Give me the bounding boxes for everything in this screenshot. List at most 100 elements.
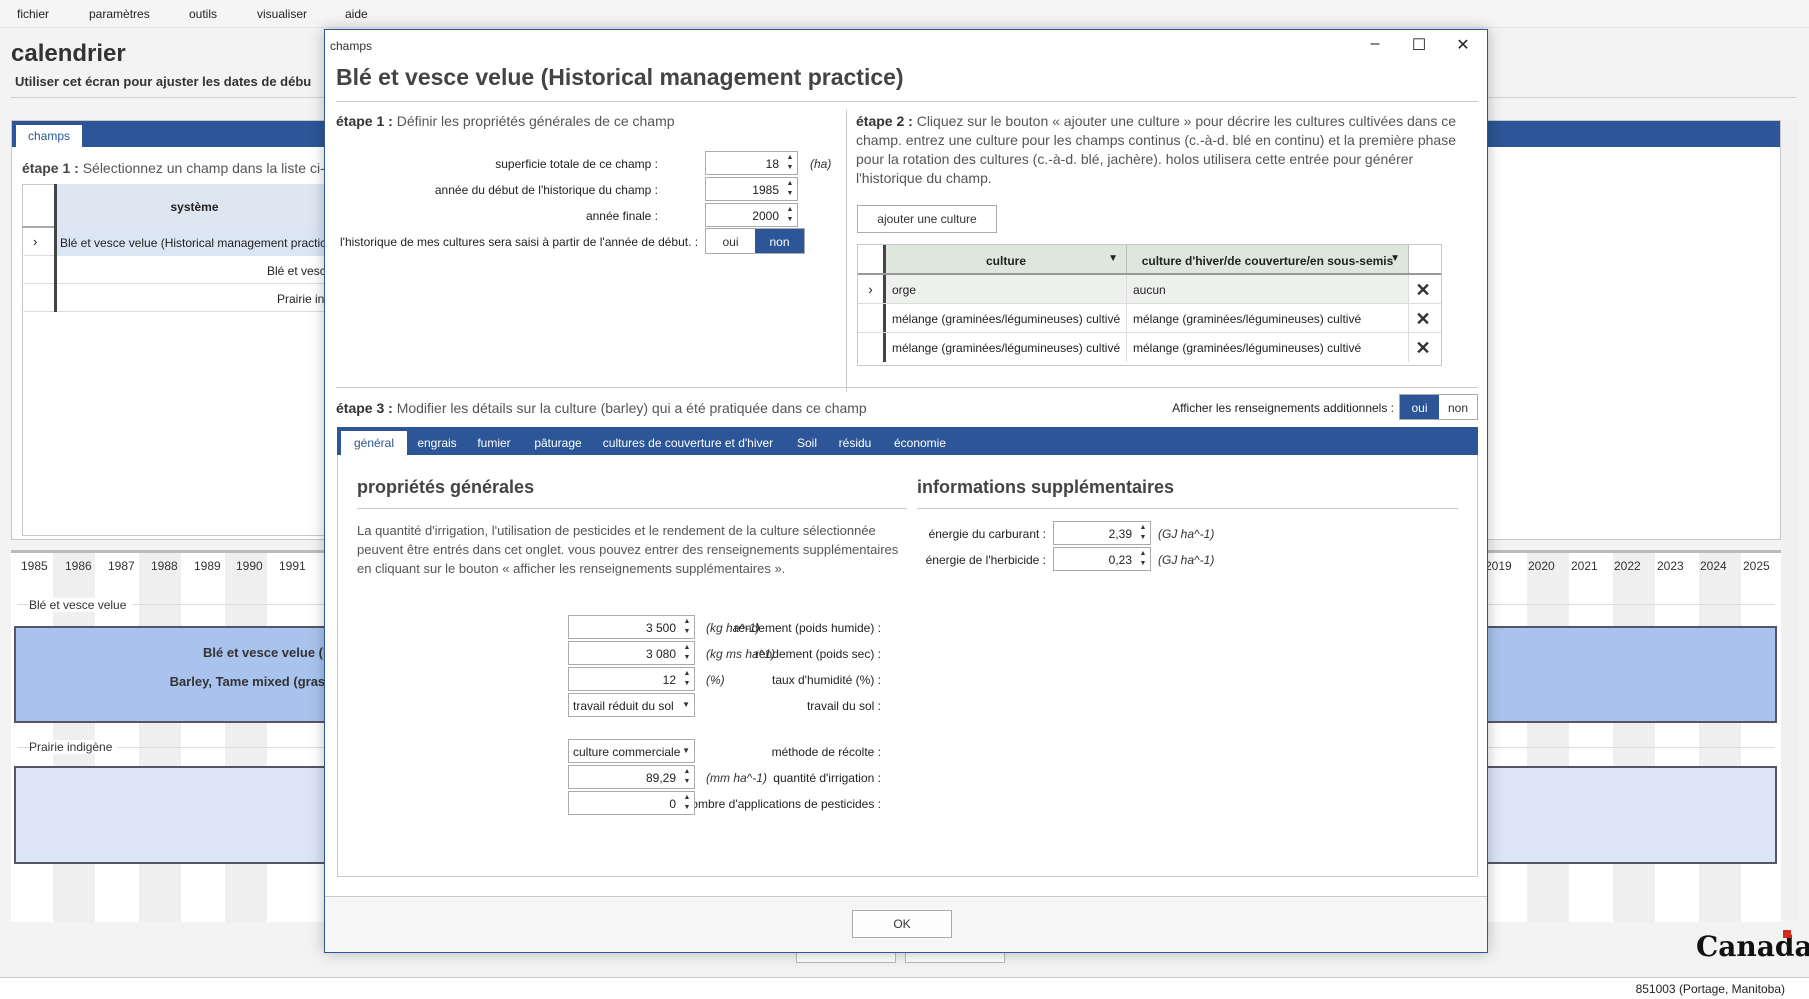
end-year-label: année finale : <box>585 209 658 223</box>
menu-view[interactable]: visualiser <box>257 7 307 21</box>
timeline-year: 2025 <box>1743 559 1770 573</box>
divider <box>336 387 1478 388</box>
crop-cell: orge <box>886 275 1127 303</box>
tab-residue[interactable]: résidu <box>831 431 879 455</box>
chevron-right-icon: › <box>33 234 38 249</box>
additional-no-option[interactable]: non <box>1439 395 1477 419</box>
pesticide-input[interactable]: 0 ▲ ▼ <box>568 791 695 815</box>
table-row[interactable]: mélange (graminées/légumineuses) cultivé… <box>858 333 1441 362</box>
spinner-icon[interactable]: ▲ ▼ <box>785 205 795 225</box>
table-row[interactable]: mélange (graminées/légumineuses) cultivé… <box>858 304 1441 333</box>
dialog-title: Blé et vesce velue (Historical managemen… <box>336 64 904 90</box>
step1-instruction: étape 1 : Sélectionnez un champ dans la … <box>22 160 333 176</box>
cover-crop-column-header[interactable]: culture d'hiver/de couverture/en sous-se… <box>1127 245 1409 273</box>
spinner-icon[interactable]: ▲ ▼ <box>682 669 692 689</box>
page-scrollbar[interactable] <box>1781 120 1798 920</box>
timeline-year: 1986 <box>65 559 92 573</box>
window-title: champs <box>330 39 373 53</box>
spinner-icon[interactable]: ▲ ▼ <box>785 179 795 199</box>
table-row[interactable]: Prairie indigène <box>22 284 332 312</box>
timeline-year: 1990 <box>236 559 263 573</box>
additional-info-toggle: oui non <box>1399 394 1478 420</box>
area-input[interactable]: 18 ▲ ▼ <box>705 151 798 175</box>
history-yes-option[interactable]: oui <box>706 229 755 253</box>
fuel-energy-input[interactable]: 2,39 ▲ ▼ <box>1053 521 1151 545</box>
crop-table: culture ▼ culture d'hiver/de couverture/e… <box>857 244 1442 366</box>
system-grid-header: système <box>22 184 332 228</box>
wet-yield-input[interactable]: 3 500 ▲ ▼ <box>568 615 695 639</box>
chevron-down-icon: ▼ <box>682 746 690 755</box>
chevron-right-icon: › <box>858 275 886 303</box>
start-year-input[interactable]: 1985 ▲ ▼ <box>705 177 798 201</box>
delete-icon[interactable]: ✕ <box>1412 337 1434 359</box>
area-unit: (ha) <box>810 157 832 171</box>
menu-settings[interactable]: paramètres <box>89 7 150 21</box>
herbicide-energy-input[interactable]: 0,23 ▲ ▼ <box>1053 547 1151 571</box>
menu-bar: fichier paramètres outils visualiser aid… <box>0 0 1809 28</box>
spinner-icon[interactable]: ▲ ▼ <box>682 767 692 787</box>
menu-help[interactable]: aide <box>345 7 368 21</box>
crop-cell: mélange (graminées/légumineuses) cultivé <box>886 333 1127 362</box>
spinner-icon[interactable]: ▲ ▼ <box>682 643 692 663</box>
filter-icon[interactable]: ▼ <box>1390 253 1400 264</box>
minimize-icon[interactable]: – <box>1355 32 1395 58</box>
moisture-input[interactable]: 12 ▲ ▼ <box>568 667 695 691</box>
wet-yield-unit: (kg ha^-1) <box>706 621 760 635</box>
spinner-icon[interactable]: ▲ ▼ <box>785 153 795 173</box>
tab-grazing[interactable]: pâturage <box>527 431 589 455</box>
table-row[interactable]: Blé et vesce velue <box>22 256 332 284</box>
tillage-select[interactable]: travail réduit du sol ▼ <box>568 693 695 717</box>
additional-yes-option[interactable]: oui <box>1400 395 1439 419</box>
spinner-icon[interactable]: ▲ ▼ <box>1138 549 1148 569</box>
irrigation-unit: (mm ha^-1) <box>706 771 767 785</box>
add-crop-button[interactable]: ajouter une culture <box>857 205 997 233</box>
ok-button[interactable]: OK <box>852 910 952 938</box>
tab-general[interactable]: général <box>341 431 407 455</box>
spinner-icon[interactable]: ▲ ▼ <box>682 793 692 813</box>
status-bar: 851003 (Portage, Manitoba) <box>0 977 1809 999</box>
timeline-year: 1988 <box>151 559 178 573</box>
canada-wordmark: Canada <box>1696 930 1809 963</box>
spinner-icon[interactable]: ▲ ▼ <box>682 617 692 637</box>
step2-instruction: étape 2 : Cliquez sur le bouton « ajoute… <box>856 113 1457 186</box>
divider <box>336 101 1478 102</box>
history-no-option[interactable]: non <box>755 229 804 253</box>
close-icon[interactable]: ✕ <box>1443 32 1483 58</box>
maximize-icon[interactable]: ☐ <box>1399 32 1439 58</box>
dialog-footer: OK <box>325 897 1487 952</box>
tab-cover-crops[interactable]: cultures de couverture et d'hiver <box>597 431 779 455</box>
timeline-year: 2020 <box>1528 559 1555 573</box>
dry-yield-unit: (kg ms ha^1) <box>706 647 775 661</box>
filter-icon[interactable]: ▼ <box>1108 253 1118 264</box>
table-row[interactable]: › Blé et vesce velue (Historical managem… <box>22 228 332 256</box>
spinner-icon[interactable]: ▲ ▼ <box>1138 523 1148 543</box>
delete-icon[interactable]: ✕ <box>1412 279 1434 301</box>
field-dialog: champs – ☐ ✕ Blé et vesce velue (Histori… <box>324 29 1488 953</box>
irrigation-input[interactable]: 89,29 ▲ ▼ <box>568 765 695 789</box>
menu-file[interactable]: fichier <box>17 7 49 21</box>
tab-fertilizer[interactable]: engrais <box>413 431 461 455</box>
system-column-header[interactable]: système <box>54 184 332 228</box>
timeline-block-title: Blé et vesce velue (Hi <box>203 645 336 660</box>
chevron-down-icon: ▼ <box>682 700 690 709</box>
timeline-label: Prairie indigène <box>29 740 119 754</box>
menu-tools[interactable]: outils <box>189 7 217 21</box>
crop-column-header[interactable]: culture ▼ <box>886 245 1127 273</box>
divider <box>917 508 1458 509</box>
timeline-label: Blé et vesce velue <box>29 598 133 612</box>
tab-fields[interactable]: champs <box>16 125 82 147</box>
system-cell: Blé et vesce velue (Historical managemen… <box>54 228 332 256</box>
tab-manure[interactable]: fumier <box>471 431 517 455</box>
crop-detail-tabs: général engrais fumier pâturage cultures… <box>337 427 1478 455</box>
tab-economics[interactable]: économie <box>887 431 953 455</box>
irrigation-label: quantité d'irrigation : <box>773 771 881 785</box>
tab-soil[interactable]: Soil <box>790 431 824 455</box>
dry-yield-input[interactable]: 3 080 ▲ ▼ <box>568 641 695 665</box>
status-location: 851003 (Portage, Manitoba) <box>1635 982 1785 996</box>
delete-icon[interactable]: ✕ <box>1412 308 1434 330</box>
timeline-year: 1991 <box>279 559 306 573</box>
timeline-block-crop: Barley, Tame mixed (grass/ <box>169 674 336 689</box>
end-year-input[interactable]: 2000 ▲ ▼ <box>705 203 798 227</box>
table-row[interactable]: › orge aucun ✕ <box>858 275 1441 304</box>
harvest-method-select[interactable]: culture commerciale ▼ <box>568 739 695 763</box>
